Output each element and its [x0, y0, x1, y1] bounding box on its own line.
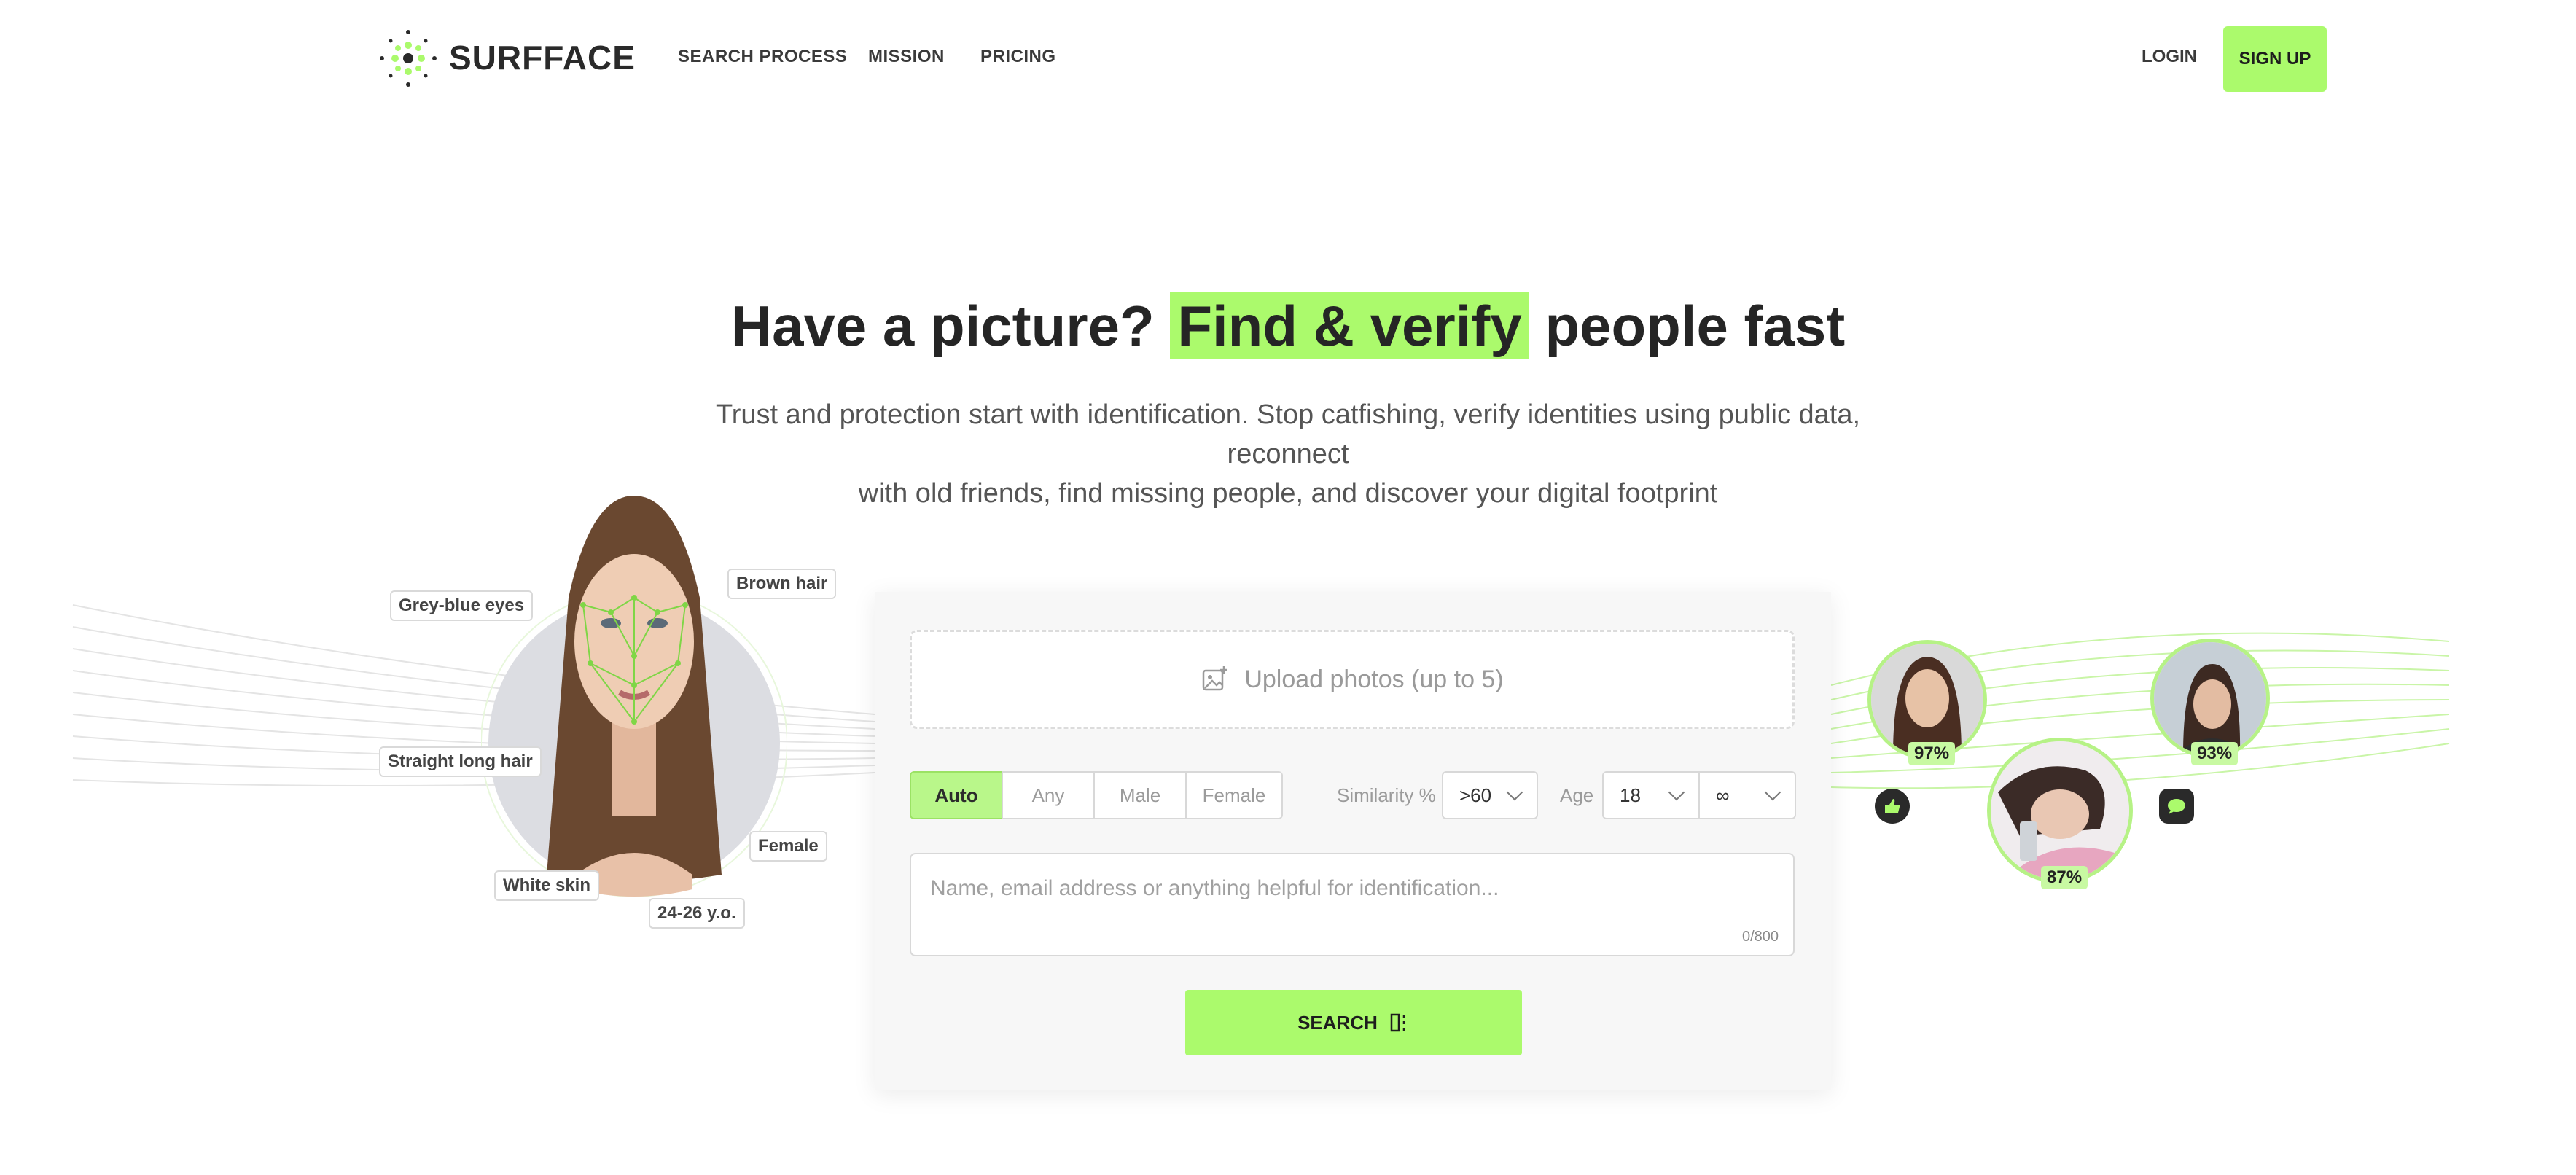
hero-title-pre: Have a picture? — [730, 294, 1155, 358]
age-max-value: ∞ — [1716, 784, 1730, 806]
signup-button[interactable]: SIGN UP — [2223, 26, 2327, 92]
chevron-down-icon — [1764, 784, 1781, 801]
nav-search-process[interactable]: SEARCH PROCESS — [678, 47, 847, 67]
age-max-select[interactable]: ∞ — [1698, 771, 1796, 819]
result-match-1: 97% — [1908, 742, 1956, 765]
upload-label: Upload photos (up to 5) — [1244, 665, 1504, 693]
chevron-down-icon — [1668, 784, 1685, 801]
login-link[interactable]: LOGIN — [2142, 47, 2197, 67]
age-min-value: 18 — [1620, 784, 1641, 806]
logo-icon[interactable] — [376, 26, 440, 90]
hero-title-highlight: Find & verify — [1170, 292, 1529, 359]
brand-name[interactable]: SURFFACE — [449, 38, 636, 77]
face-tag-skin: White skin — [494, 870, 600, 901]
image-plus-icon — [1203, 666, 1228, 691]
hero-subtitle-line-1: Trust and protection start with identifi… — [715, 399, 1861, 469]
face-tag-eyes: Grey-blue eyes — [390, 590, 534, 621]
chevron-down-icon — [1506, 784, 1523, 801]
search-button-label: SEARCH — [1297, 1011, 1378, 1034]
result-photo — [1991, 741, 2129, 880]
nav-mission[interactable]: MISSION — [868, 47, 945, 67]
similarity-select[interactable]: >60 — [1442, 771, 1538, 819]
result-photo — [1871, 644, 1983, 756]
age-min-select[interactable]: 18 — [1602, 771, 1700, 819]
result-avatar-2[interactable] — [1987, 738, 2133, 883]
gender-option-female[interactable]: Female — [1185, 771, 1283, 819]
result-match-3: 93% — [2191, 742, 2239, 765]
gender-option-male[interactable]: Male — [1093, 771, 1187, 819]
face-tag-age: 24-26 y.o. — [649, 898, 745, 929]
gender-option-any[interactable]: Any — [1002, 771, 1095, 819]
identification-textarea[interactable]: Name, email address or anything helpful … — [910, 853, 1795, 956]
face-tag-hair-color: Brown hair — [727, 569, 837, 599]
portrait-image — [480, 496, 788, 897]
nav-pricing[interactable]: PRICING — [980, 47, 1056, 67]
result-photo — [2154, 642, 2266, 754]
textarea-placeholder: Name, email address or anything helpful … — [930, 876, 1499, 900]
gender-option-auto[interactable]: Auto — [910, 771, 1003, 819]
hero-title: Have a picture? Find & verify people fas… — [0, 292, 2576, 359]
face-analysis-illustration — [480, 496, 788, 904]
age-label: Age — [1560, 784, 1594, 806]
character-counter: 0/800 — [1742, 929, 1779, 945]
face-tag-hair-style: Straight long hair — [379, 746, 542, 777]
scan-icon — [1390, 1013, 1405, 1032]
hero-title-post: people fast — [1545, 294, 1846, 358]
similarity-value: >60 — [1459, 784, 1492, 806]
result-match-2: 87% — [2041, 866, 2088, 889]
chat-bubble-icon — [2159, 789, 2194, 824]
result-avatar-3[interactable] — [2150, 639, 2270, 758]
face-tag-gender: Female — [749, 831, 827, 862]
search-button[interactable]: SEARCH — [1185, 990, 1522, 1055]
thumbs-up-icon — [1875, 789, 1910, 824]
similarity-label: Similarity % — [1337, 784, 1436, 806]
upload-dropzone[interactable]: Upload photos (up to 5) — [910, 630, 1795, 729]
